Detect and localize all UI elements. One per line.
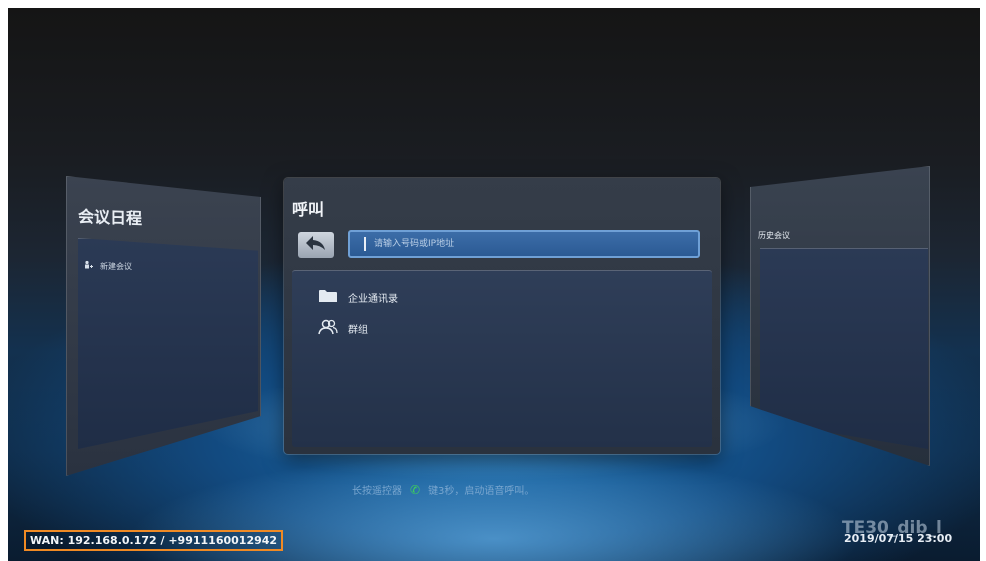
text-caret [364,237,366,251]
date-time: 2019/07/15 23:00 [844,532,953,545]
number-ip-placeholder: 请输入号码或IP地址 [374,239,455,249]
hint-prefix: 长按遥控器 [352,486,402,497]
new-meeting-label: 新建会议 [100,261,132,271]
group-icon [318,319,338,338]
groups-label: 群组 [348,325,368,336]
wan-status: WAN: 192.168.0.172 / +9911160012942 [24,530,284,551]
call-options-list: 企业通讯录 群组 [292,270,712,447]
phone-icon: ✆ [410,482,421,497]
meeting-history-title: 历史会议 [758,231,790,240]
back-button[interactable] [298,232,334,258]
meeting-schedule-title: 会议日程 [78,206,143,229]
enterprise-directory-label: 企业通讯录 [348,294,398,305]
list-item-enterprise-directory[interactable]: 企业通讯录 [318,289,398,306]
tv-screen: 会议日程 新建会议 历史会议 呼叫 请输入号码或IP地址 企业通讯录 群组 长按… [8,8,980,561]
call-panel: 呼叫 请输入号码或IP地址 企业通讯录 群组 [284,178,720,454]
hint-suffix: 键3秒，启动语音呼叫。 [428,486,535,497]
number-ip-input[interactable]: 请输入号码或IP地址 [348,230,700,258]
voice-call-hint: 长按遥控器 ✆ 键3秒，启动语音呼叫。 [352,482,535,498]
new-meeting-item[interactable]: 新建会议 [84,260,132,272]
new-meeting-icon [84,260,94,272]
call-title: 呼叫 [292,200,325,219]
list-item-groups[interactable]: 群组 [318,319,368,338]
back-arrow-icon [305,235,327,255]
folder-icon [318,289,338,306]
